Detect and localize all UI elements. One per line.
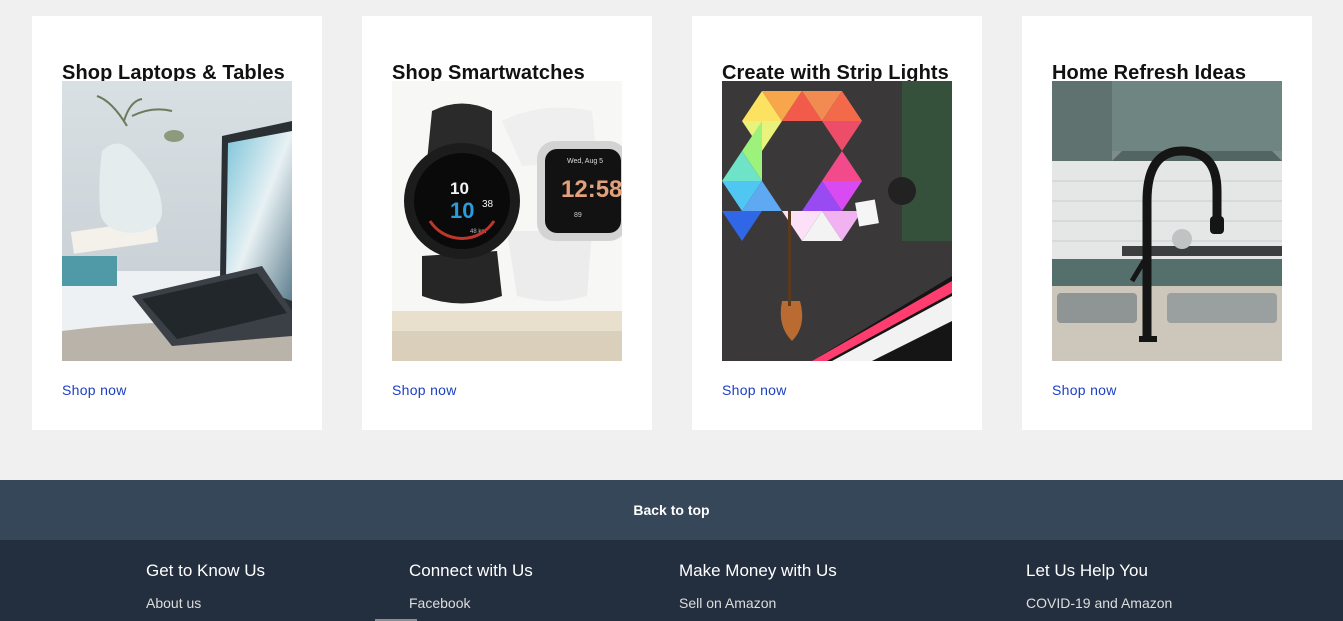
white-watch-time: 12:58 [561, 176, 622, 203]
card-laptops-tables: Shop Laptops & Tables Shop now [32, 16, 322, 430]
black-watch-top: 10 [450, 179, 469, 198]
white-watch-date: Wed, Aug 5 [567, 158, 603, 165]
footer-heading: Connect with Us [409, 561, 533, 580]
card-strip-lights: Create with Strip Lights Shop now [692, 16, 982, 430]
footer-link-about-us[interactable]: About us [146, 595, 201, 611]
white-watch-stat: 89 [574, 212, 582, 219]
shop-now-link[interactable]: Shop now [722, 382, 787, 398]
black-watch-sub: 38 [482, 199, 494, 210]
footer-link-facebook[interactable]: Facebook [409, 595, 470, 611]
smartwatches-image[interactable]: Wed, Aug 5 12:58 89 10 10 38 48 km [392, 81, 622, 361]
led-light-panels-image[interactable] [722, 81, 952, 361]
footer-link-sell-on-amazon[interactable]: Sell on Amazon [679, 595, 776, 611]
kitchen-faucet-image[interactable] [1052, 81, 1282, 361]
card-home-refresh: Home Refresh Ideas Shop now [1022, 16, 1312, 430]
shop-now-link[interactable]: Shop now [1052, 382, 1117, 398]
card-grid: Shop Laptops & Tables Shop now Shop Smar… [0, 0, 1343, 480]
card-smartwatches: Shop Smartwatches Wed, Aug 5 12:58 89 10… [362, 16, 652, 430]
laptop-with-vase-image[interactable] [62, 81, 292, 361]
footer-heading: Let Us Help You [1026, 561, 1148, 580]
footer-heading: Get to Know Us [146, 561, 266, 580]
footer: Get to Know Us About us Connect with Us … [0, 540, 1343, 621]
shop-now-link[interactable]: Shop now [392, 382, 457, 398]
footer-link-covid-19[interactable]: COVID-19 and Amazon [1026, 595, 1172, 611]
back-to-top-button[interactable]: Back to top [0, 480, 1343, 540]
footer-heading: Make Money with Us [679, 561, 837, 580]
black-watch-main: 10 [450, 198, 474, 223]
shop-now-link[interactable]: Shop now [62, 382, 127, 398]
